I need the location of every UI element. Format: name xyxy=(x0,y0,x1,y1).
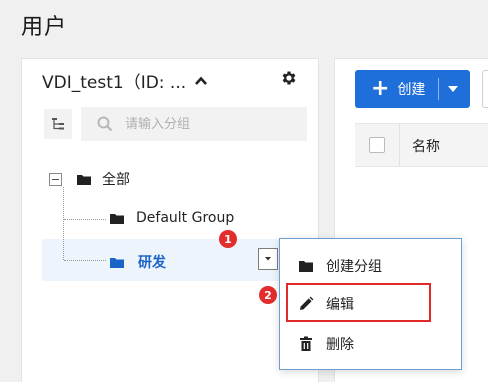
caret-down-icon xyxy=(265,257,271,261)
menu-item-delete[interactable]: 删除 xyxy=(280,326,461,362)
folder-icon xyxy=(299,261,313,272)
group-search-input[interactable] xyxy=(125,116,295,132)
folder-icon xyxy=(110,213,124,224)
tree-connector xyxy=(64,219,106,220)
column-divider xyxy=(399,124,400,166)
create-button[interactable]: + 创建 xyxy=(355,70,470,108)
project-name: VDI_test1（ID: ... xyxy=(42,73,187,93)
caret-down-icon[interactable] xyxy=(448,86,458,92)
folder-icon xyxy=(110,257,124,268)
tree-structure-icon xyxy=(52,118,64,130)
chevron-up-icon xyxy=(195,76,208,85)
search-icon xyxy=(97,116,113,132)
step-badge-2: 2 xyxy=(259,286,277,304)
create-button-label: 创建 xyxy=(397,82,426,98)
group-actions-dropdown-button[interactable] xyxy=(258,248,278,270)
step-badge-1: 1 xyxy=(219,230,237,248)
menu-item-label: 删除 xyxy=(326,337,354,353)
page-title: 用户 xyxy=(21,15,68,40)
tree-item-label: 研发 xyxy=(138,255,166,271)
table-header: 名称 xyxy=(355,123,488,167)
tree-item-default-group[interactable]: Default Group xyxy=(110,210,234,226)
trash-icon xyxy=(300,336,312,351)
gear-icon[interactable] xyxy=(280,69,298,87)
tree-connector xyxy=(63,187,64,260)
folder-icon xyxy=(77,174,91,185)
more-actions-button[interactable] xyxy=(482,70,488,108)
group-search[interactable] xyxy=(81,107,307,141)
tree-item-label: Default Group xyxy=(136,210,235,226)
tree-item-all[interactable]: 全部 xyxy=(49,169,130,189)
tree-item-label: 全部 xyxy=(102,172,130,188)
collapse-toggle-icon[interactable] xyxy=(49,172,62,186)
menu-item-create-group[interactable]: 创建分组 xyxy=(280,248,461,284)
menu-item-label: 创建分组 xyxy=(326,259,382,275)
select-all-checkbox[interactable] xyxy=(369,137,385,153)
column-header-name[interactable]: 名称 xyxy=(412,136,440,156)
tree-view-toggle[interactable] xyxy=(44,109,72,139)
tree-item-rd[interactable]: 研发 xyxy=(110,252,166,272)
edit-highlight-box xyxy=(286,283,431,322)
tree-connector xyxy=(64,260,106,261)
plus-icon: + xyxy=(371,76,390,101)
button-divider xyxy=(438,78,439,100)
project-selector[interactable]: VDI_test1（ID: ... xyxy=(42,68,208,93)
group-tree-panel: VDI_test1（ID: ... 全部 Default Group 研发 xyxy=(21,58,320,382)
